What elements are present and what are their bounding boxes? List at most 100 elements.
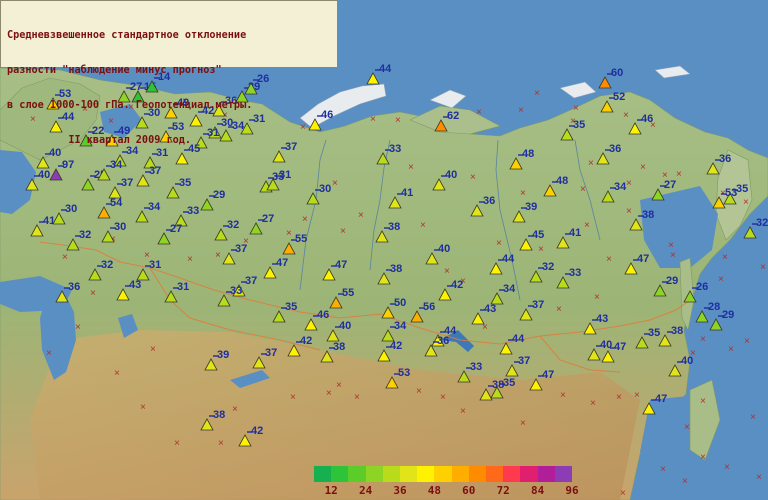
station-value-label: 40 xyxy=(681,355,693,367)
station-value-label: 27 xyxy=(262,213,274,225)
station-value-label: 37 xyxy=(121,177,133,189)
station-value-label: 37 xyxy=(235,243,247,255)
station-value-label: 33 xyxy=(230,285,242,297)
missing-station-x: × xyxy=(573,103,579,114)
missing-station-x: × xyxy=(560,390,566,401)
station-value-label: 40 xyxy=(339,320,351,332)
station-value-label: 40 xyxy=(445,169,457,181)
legend-tick-label: 12 xyxy=(324,484,338,497)
legend-swatch xyxy=(400,466,418,482)
station-value-label: 34 xyxy=(614,181,627,193)
missing-station-x: × xyxy=(750,412,756,423)
station-value-label: 56 xyxy=(423,301,435,313)
missing-station-x: × xyxy=(496,238,502,249)
station-value-label: 41 xyxy=(569,227,581,239)
station-value-label: 42 xyxy=(390,340,402,352)
missing-station-x: × xyxy=(676,169,682,180)
station-value-label: 38 xyxy=(642,209,654,221)
missing-station-x: × xyxy=(534,88,540,99)
title-line-2: разности "наблюдение минус прогноз" xyxy=(7,64,222,76)
station-value-label: 32 xyxy=(756,217,768,229)
missing-station-x: × xyxy=(174,438,180,449)
legend-swatch xyxy=(503,466,521,482)
station-value-label: 33 xyxy=(389,143,401,155)
legend-color-bar xyxy=(314,466,573,482)
station-value-label: 29 xyxy=(213,189,225,201)
missing-station-x: × xyxy=(518,105,524,116)
station-value-label: 35 xyxy=(503,377,515,389)
missing-station-x: × xyxy=(728,344,734,355)
missing-station-x: × xyxy=(640,162,646,173)
legend-tick-labels: 12 24 36 48 60 72 84 96 xyxy=(314,482,579,497)
station-value-label: 39 xyxy=(525,201,537,213)
station-value-label: 27 xyxy=(170,223,182,235)
station-value-label: 33 xyxy=(470,361,482,373)
station-value-label: 30 xyxy=(114,221,126,233)
station-value-label: 44 xyxy=(379,63,392,75)
missing-station-x: × xyxy=(302,214,308,225)
missing-station-x: × xyxy=(150,344,156,355)
missing-station-x: × xyxy=(444,266,450,277)
station-value-label: 48 xyxy=(522,148,534,160)
station-value-label: 30 xyxy=(65,203,77,215)
station-value-label: 47 xyxy=(542,369,554,381)
legend-tick-label: 60 xyxy=(462,484,476,497)
missing-station-x: × xyxy=(606,254,612,265)
missing-station-x: × xyxy=(700,334,706,345)
missing-station-x: × xyxy=(62,252,68,263)
forecast-error-map: × × × × × × × × × × × × × × × × × × × × × × × × × × × × × × × × × × × × × × × ×… xyxy=(0,0,768,500)
missing-station-x: × xyxy=(556,304,562,315)
color-legend: 12 24 36 48 60 72 84 96 xyxy=(314,466,579,498)
missing-station-x: × xyxy=(370,114,376,125)
legend-swatch xyxy=(451,466,469,482)
map-title: Средневзвешенное стандартное отклонение … xyxy=(0,0,338,146)
station-value-label: 47 xyxy=(335,259,347,271)
legend-tick-label: 84 xyxy=(530,484,545,497)
station-value-label: 36 xyxy=(68,281,80,293)
station-value-label: 28 xyxy=(708,301,720,313)
station-value-label: 53 xyxy=(725,187,737,199)
missing-station-x: × xyxy=(584,220,590,231)
missing-station-x: × xyxy=(580,184,586,195)
station-value-label: 43 xyxy=(129,279,141,291)
missing-station-x: × xyxy=(700,396,706,407)
missing-station-x: × xyxy=(286,228,292,239)
missing-station-x: × xyxy=(724,462,730,473)
station-value-label: 41 xyxy=(43,215,55,227)
missing-station-x: × xyxy=(340,226,346,237)
station-value-label: 37 xyxy=(265,347,277,359)
station-value-label: 41 xyxy=(401,187,413,199)
station-value-label: 35 xyxy=(648,327,660,339)
station-value-label: 50 xyxy=(394,297,406,309)
legend-swatch xyxy=(537,466,555,482)
station-value-label: 52 xyxy=(613,91,625,103)
missing-station-x: × xyxy=(743,197,749,208)
station-value-label: 36 xyxy=(483,195,495,207)
legend-swatch xyxy=(314,466,332,482)
legend-swatch xyxy=(486,466,504,482)
station-value-label: 35 xyxy=(285,301,297,313)
station-value-label: 32 xyxy=(79,229,91,241)
legend-swatch xyxy=(365,466,383,482)
station-value-label: 44 xyxy=(512,333,525,345)
station-value-label: 45 xyxy=(532,229,544,241)
station-value-label: 31 xyxy=(279,169,291,181)
station-value-label: 43 xyxy=(484,303,496,315)
legend-swatch xyxy=(554,466,573,482)
station-value-label: 37 xyxy=(532,299,544,311)
legend-swatch xyxy=(468,466,487,482)
station-value-label: 47 xyxy=(276,257,288,269)
station-value-label: 47 xyxy=(655,393,667,405)
missing-station-x: × xyxy=(140,402,146,413)
missing-station-x: × xyxy=(326,388,332,399)
legend-tick-label: 36 xyxy=(393,484,407,497)
station-value-label: 36 xyxy=(437,335,449,347)
station-value-label: 38 xyxy=(333,341,345,353)
missing-station-x: × xyxy=(395,115,401,126)
station-value-label: 55 xyxy=(295,233,307,245)
missing-station-x: × xyxy=(332,178,338,189)
station-value-label: 55 xyxy=(342,287,354,299)
missing-station-x: × xyxy=(700,452,706,463)
station-value-label: 34 xyxy=(394,320,407,332)
station-value-label: 29 xyxy=(722,309,734,321)
